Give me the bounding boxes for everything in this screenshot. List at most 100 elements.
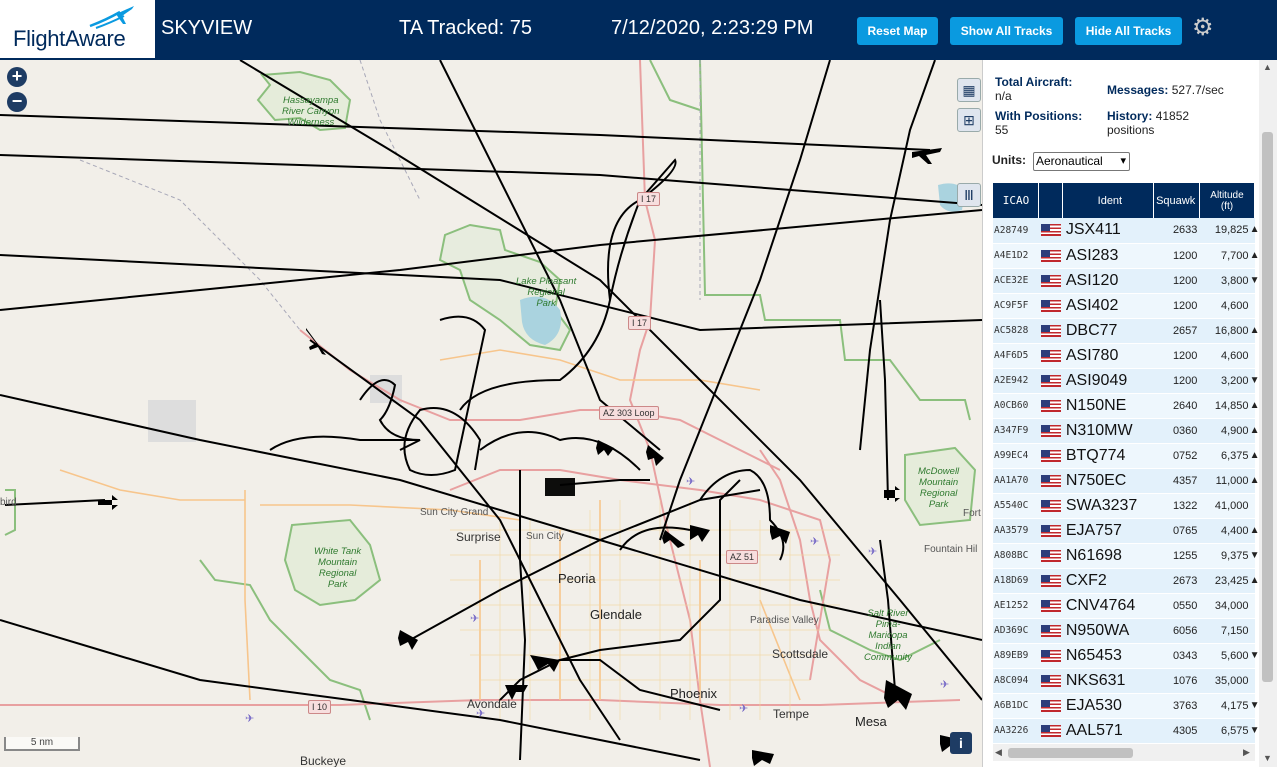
table-row[interactable]: A347F9 N310MW 0360 4,900 ▲ [993,418,1260,444]
scroll-thumb[interactable] [1262,132,1273,682]
label-lake-pleasant: Lake Pleasant Regional Park [516,276,577,309]
grid-icon[interactable]: ⊞ [957,108,981,132]
altitude-value: 14,850 [1214,399,1249,412]
altitude-value: 19,825 [1214,224,1249,237]
cell-ident: N65453 [1062,643,1154,669]
cell-icao: AD369C [993,618,1039,644]
us-flag-icon [1038,693,1063,719]
altitude-value: 7,150 [1220,624,1249,637]
us-flag-icon [1038,518,1063,544]
cell-icao: ACE32E [993,268,1039,294]
table-row[interactable]: A0CB60 N150NE 2640 14,850 ▲ [993,393,1260,419]
info-icon[interactable]: i [950,732,972,754]
label-mesa: Mesa [855,714,887,729]
top-header: FlightAware SKYVIEW TA Tracked: 75 7/12/… [0,0,1277,60]
map-canvas[interactable]: ✈ ✈ ✈ ✈ ✈ ✈ ✈ ✈ Hassayampa River Canyon Wilde… [0,60,982,767]
table-row[interactable]: A6B1DC EJA530 3763 4,175 ▼ [993,693,1260,719]
label-hassayampa: Hassayampa River Canyon Wilderness [282,95,340,128]
gear-icon[interactable]: ⚙ [1192,15,1216,41]
us-flag-icon [1038,643,1063,669]
datetime-display: 7/12/2020, 2:23:29 PM [611,17,814,39]
panel-horizontal-scrollbar[interactable]: ◀ ▶ [993,744,1255,761]
table-row[interactable]: A28749 JSX411 2633 19,825 ▲ [993,218,1260,244]
table-row[interactable]: A4E1D2 ASI283 1200 7,700 ▲ [993,243,1260,269]
altitude-value: 23,425 [1214,574,1249,587]
us-flag-icon [1038,268,1063,294]
label-paradise-valley: Paradise Valley [750,615,819,626]
aircraft-table-body: A28749 JSX411 2633 19,825 ▲ A4E1D2 ASI283 1200 7… [993,218,1260,744]
cell-icao: A99EC4 [993,443,1039,469]
column-toggle-icon[interactable]: Ⅲ [957,183,981,207]
hide-all-tracks-button[interactable]: Hide All Tracks [1075,17,1182,45]
cell-altitude: 4,400 ▲ [1199,518,1260,544]
label-salt-river: Salt River Pima- Maricopa Indian Communi… [864,608,913,663]
climb-indicator-icon: ▲ [1249,449,1260,461]
table-row[interactable]: A18D69 CXF2 2673 23,425 ▲ [993,568,1260,594]
table-row[interactable]: A5540C SWA3237 1322 41,000 [993,493,1255,519]
cell-ident: ASI283 [1062,243,1154,269]
scroll-up-icon[interactable]: ▲ [1263,62,1272,72]
reset-map-button[interactable]: Reset Map [857,17,938,45]
us-flag-icon [1038,218,1063,244]
altitude-value: 3,800 [1220,274,1249,287]
table-row[interactable]: ACE32E ASI120 1200 3,800 ▼ [993,268,1260,294]
map-scale: 5 nm [4,737,80,751]
table-row[interactable]: AC5828 DBC77 2657 16,800 ▲ [993,318,1260,344]
cell-ident: NKS631 [1062,668,1154,694]
altitude-value: 4,600 [1220,299,1249,312]
flightaware-logo[interactable]: FlightAware [0,0,155,60]
scroll-right-icon[interactable]: ▶ [1243,747,1250,758]
climb-indicator-icon: ▼ [1249,699,1260,711]
map-layers-icon[interactable]: ▦ [957,78,981,102]
table-row[interactable]: A89EB9 N65453 0343 5,600 ▼ [993,643,1260,669]
col-icao[interactable]: ICAO [993,183,1040,218]
climb-indicator-icon: ▲ [1249,249,1260,261]
zoom-in-button[interactable]: + [7,67,27,87]
col-altitude[interactable]: Altitude (ft) [1199,183,1256,218]
cell-altitude: 3,200 ▼ [1199,368,1260,394]
show-all-tracks-button[interactable]: Show All Tracks [950,17,1063,45]
table-row[interactable]: AE1252 CNV4764 0550 34,000 [993,593,1255,619]
label-phoenix: Phoenix [670,686,717,701]
cell-squawk: 3763 [1153,693,1200,719]
table-row[interactable]: AD369C N950WA 6056 7,150 [993,618,1255,644]
label-tempe: Tempe [773,707,810,721]
panel-vertical-scrollbar[interactable]: ▲ ▼ [1259,60,1277,767]
cell-icao: A0CB60 [993,393,1039,419]
units-select[interactable]: Aeronautical [1033,152,1130,171]
table-row[interactable]: AA3226 AAL571 4305 6,575 ▼ [993,718,1260,744]
label-peoria: Peoria [558,571,596,586]
cell-altitude: 35,000 [1199,668,1255,694]
label-fountain-hills: Fountain Hil [924,544,978,555]
col-squawk[interactable]: Squawk [1153,183,1200,218]
svg-text:✈: ✈ [810,536,819,548]
cell-squawk: 0752 [1153,443,1200,469]
table-row[interactable]: AA1A70 N750EC 4357 11,000 ▲ [993,468,1260,494]
table-row[interactable]: A8C094 NKS631 1076 35,000 [993,668,1255,694]
table-row[interactable]: A2E942 ASI9049 1200 3,200 ▼ [993,368,1260,394]
scroll-down-icon[interactable]: ▼ [1263,753,1272,763]
cell-icao: A89EB9 [993,643,1039,669]
altitude-value: 35,000 [1214,674,1249,687]
altitude-value: 3,200 [1220,374,1249,387]
zoom-out-button[interactable]: − [7,92,27,112]
col-flag[interactable] [1038,183,1064,218]
altitude-value: 4,600 [1220,349,1249,362]
table-row[interactable]: A808BC N61698 1255 9,375 ▼ [993,543,1260,569]
cell-icao: AA3226 [993,718,1039,744]
messages-stat: Messages: 527.7/sec [1107,83,1224,97]
altitude-value: 41,000 [1214,499,1249,512]
positions-label: With Positions: [995,109,1083,123]
cell-icao: A6B1DC [993,693,1039,719]
table-row[interactable]: AA3579 EJA757 0765 4,400 ▲ [993,518,1260,544]
scroll-left-icon[interactable]: ◀ [995,747,1002,758]
col-ident[interactable]: Ident [1062,183,1155,218]
hscroll-thumb[interactable] [1008,748,1133,758]
table-row[interactable]: AC9F5F ASI402 1200 4,600 [993,293,1255,319]
label-sun-city-grand: Sun City Grand [420,507,489,518]
climb-indicator-icon: ▼ [1249,374,1260,386]
table-row[interactable]: A4F6D5 ASI780 1200 4,600 [993,343,1255,369]
us-flag-icon [1038,568,1063,594]
cell-altitude: 4,900 ▲ [1199,418,1260,444]
table-row[interactable]: A99EC4 BTQ774 0752 6,375 ▲ [993,443,1260,469]
